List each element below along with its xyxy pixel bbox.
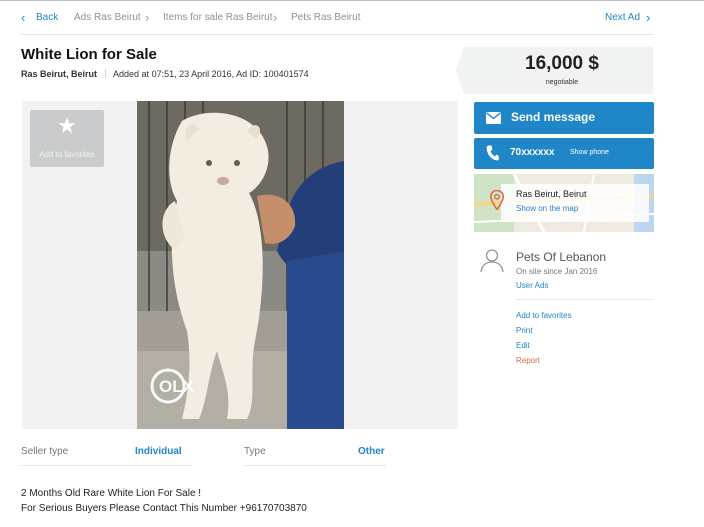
show-phone-label: Show phone [570,149,609,156]
show-on-map-link[interactable]: Show on the map [516,204,578,213]
location-map[interactable] [474,174,654,232]
breadcrumb-item-ads[interactable]: Ads Ras Beirut [74,12,141,23]
phone-number: 70xxxxxx [510,147,555,158]
add-to-favorites-label[interactable]: Add to favorites [30,150,104,159]
map-pin-icon [490,190,504,210]
white-lion-photo: OLX [137,101,344,429]
user-ads-link[interactable]: User Ads [516,281,548,290]
phone-icon [486,145,499,161]
detail-divider [244,465,386,466]
seller-divider [516,299,654,300]
report-link[interactable]: Report [516,356,540,365]
meta-divider [105,69,107,78]
ad-photo[interactable]: OLX [137,101,344,429]
envelope-icon [486,112,501,124]
print-link[interactable]: Print [516,326,532,335]
chevron-left-icon[interactable]: ‹ [21,11,25,24]
price-note: negotiable [545,79,579,86]
price-value: 16,000 $ [525,53,599,74]
chevron-right-icon[interactable]: › [646,11,650,24]
map-location-text: Ras Beirut, Beirut [516,189,587,199]
user-avatar-icon [480,249,504,273]
chevron-right-icon: › [145,10,150,25]
seller-since: On site since Jan 2016 [516,267,598,276]
back-link[interactable]: Back [36,12,58,23]
price-tag-notch [456,47,464,94]
breadcrumb-item-items-for-sale[interactable]: Items for sale Ras Beirut [163,12,272,23]
edit-link[interactable]: Edit [516,341,530,350]
seller-name[interactable]: Pets Of Lebanon [516,250,606,264]
ad-title: White Lion for Sale [21,46,157,63]
ad-added-info: Added at 07:51, 23 April 2016, Ad ID: 10… [113,69,309,79]
detail-divider [21,465,191,466]
description-line: For Serious Buyers Please Contact This N… [21,503,307,514]
seller-type-label: Seller type [21,446,69,457]
chevron-right-icon: › [273,10,278,25]
olx-watermark: OLX [159,377,195,396]
breadcrumb: ‹ Back Ads Ras Beirut › Items for sale R… [21,10,654,26]
breadcrumb-item-pets[interactable]: Pets Ras Beirut [291,12,360,23]
send-message-label: Send message [511,110,596,124]
type-value[interactable]: Other [358,446,385,457]
send-message-button[interactable]: Send message [474,102,654,134]
type-label: Type [244,446,266,457]
show-phone-button[interactable]: 70xxxxxx Show phone [474,138,654,169]
description-line: 2 Months Old Rare White Lion For Sale ! [21,488,202,499]
breadcrumb-divider [21,34,654,35]
next-ad-link[interactable]: Next Ad [605,12,640,23]
ad-location: Ras Beirut, Beirut [21,69,98,79]
add-to-favorites-link[interactable]: Add to favorites [516,311,572,320]
star-icon[interactable]: ★ [56,115,78,137]
top-border [0,0,704,3]
seller-type-value[interactable]: Individual [135,446,182,457]
ad-meta: Ras Beirut, Beirut Added at 07:51, 23 Apr… [21,69,309,79]
